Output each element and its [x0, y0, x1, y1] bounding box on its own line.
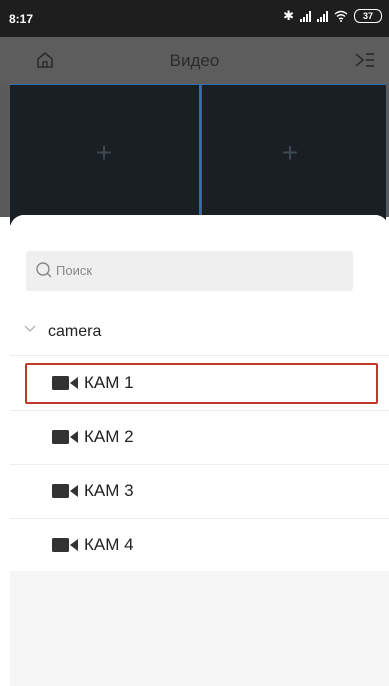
signal-icon-2: [317, 10, 328, 22]
status-bar: 8:17 ✱ 37: [0, 0, 389, 37]
video-camera-icon: [52, 376, 78, 390]
nav-bar: Видео: [0, 37, 389, 84]
wifi-icon: [334, 10, 348, 22]
status-icons: ✱ 37: [283, 9, 382, 23]
video-camera-icon: [52, 430, 78, 444]
menu-icon[interactable]: [355, 51, 375, 69]
list-item-camera-3[interactable]: КАМ 3: [10, 465, 389, 519]
plus-icon[interactable]: +: [92, 139, 116, 167]
status-time: 8:17: [9, 12, 34, 26]
bluetooth-icon: ✱: [283, 8, 294, 23]
device-list: camera КАМ 1 КАМ 2 КАМ 3: [10, 215, 389, 571]
video-camera-icon: [52, 484, 78, 498]
camera-label: КАМ 1: [84, 373, 134, 392]
camera-label: КАМ 3: [84, 481, 134, 500]
list-item-camera-1[interactable]: КАМ 1: [10, 357, 389, 411]
list-item-camera-4[interactable]: КАМ 4: [10, 519, 389, 572]
video-cell-1[interactable]: +: [10, 84, 201, 225]
chevron-down-icon[interactable]: [22, 323, 38, 335]
list-item-camera-2[interactable]: КАМ 2: [10, 411, 389, 465]
video-grid: + +: [10, 84, 386, 225]
plus-icon[interactable]: +: [278, 139, 302, 167]
search-icon: [36, 262, 52, 278]
video-cell-2[interactable]: +: [202, 84, 386, 225]
group-label: camera: [48, 323, 102, 340]
group-row-camera[interactable]: camera: [10, 309, 389, 356]
search-box[interactable]: [26, 251, 353, 291]
page-title: Видео: [169, 51, 220, 70]
camera-label: КАМ 2: [84, 427, 134, 446]
device-selector-sheet: camera КАМ 1 КАМ 2 КАМ 3: [10, 215, 389, 686]
battery-indicator: 37: [354, 9, 382, 23]
video-camera-icon: [52, 538, 78, 552]
search-input[interactable]: [56, 263, 336, 278]
camera-label: КАМ 4: [84, 535, 134, 554]
signal-icon: [300, 10, 311, 22]
